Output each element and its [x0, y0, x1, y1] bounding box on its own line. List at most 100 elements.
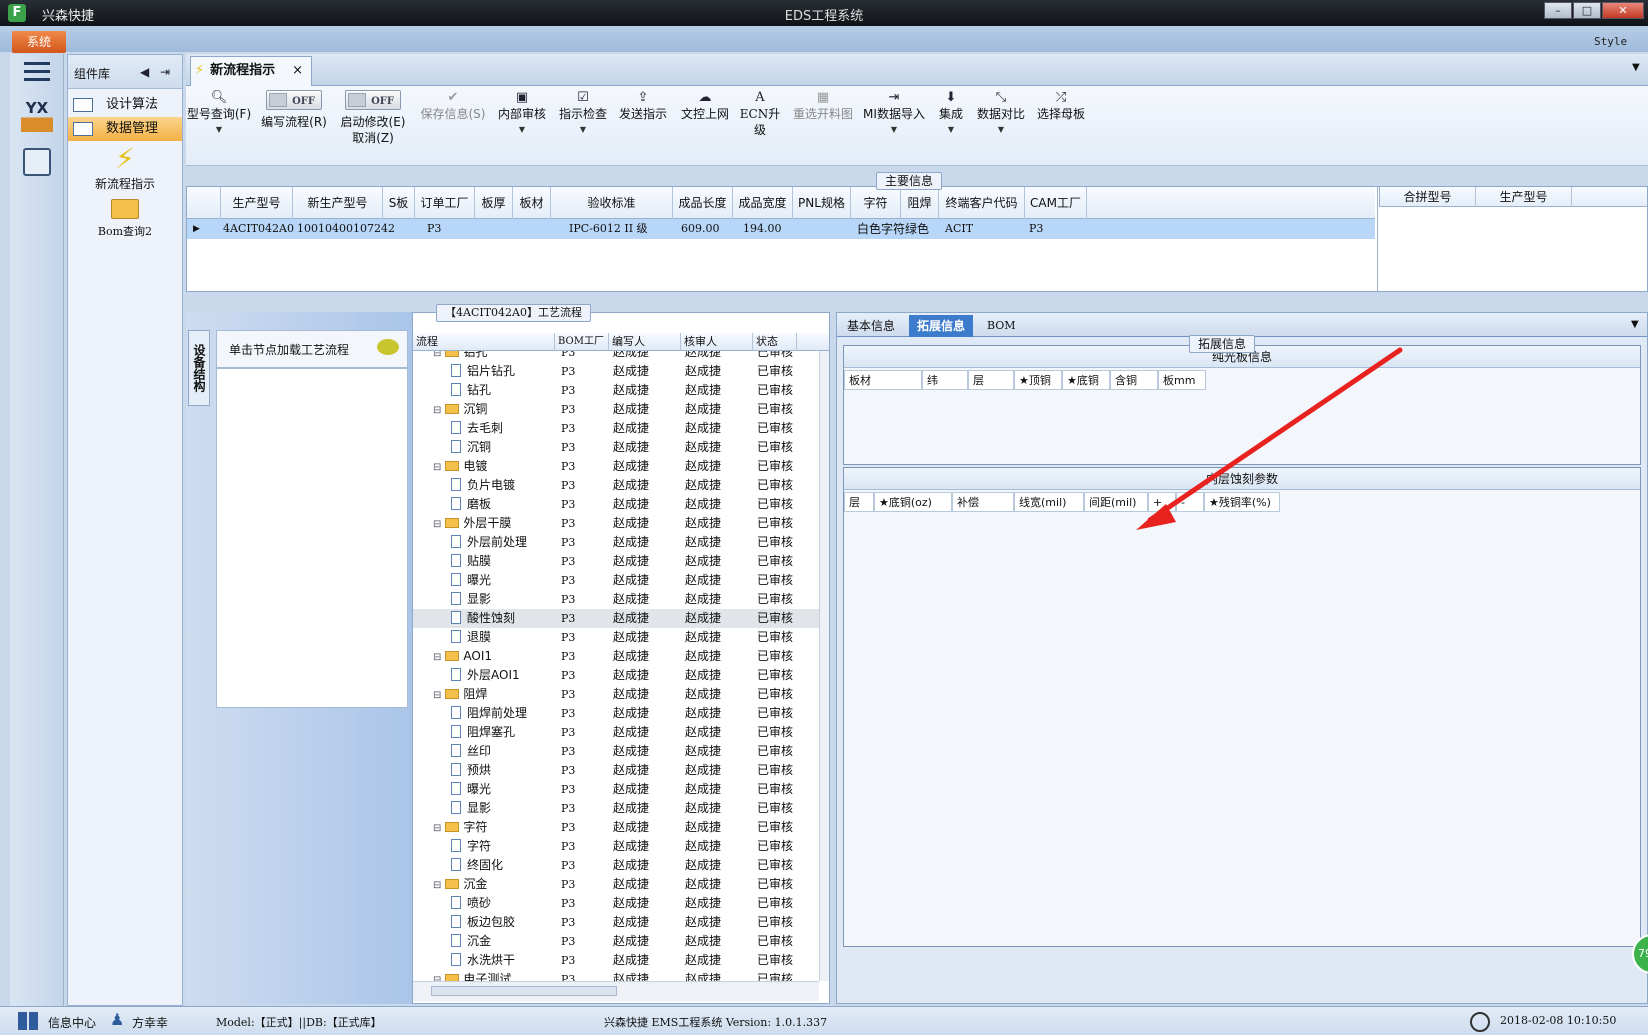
- tab-dropdown-icon[interactable]: ▼: [1631, 319, 1639, 330]
- tab-extended-info[interactable]: 拓展信息: [909, 315, 974, 337]
- tab-device-structure[interactable]: 设备结构: [188, 330, 210, 406]
- maximize-button[interactable]: □: [1573, 2, 1601, 19]
- tab-dropdown-icon[interactable]: ▼: [1632, 62, 1640, 73]
- collapse-icon[interactable]: ⊟: [433, 462, 441, 473]
- process-row[interactable]: 预烘 P3 赵成捷 赵成捷 已审核: [413, 761, 819, 780]
- process-row[interactable]: 沉铜 P3 赵成捷 赵成捷 已审核: [413, 438, 819, 457]
- process-row[interactable]: 显影 P3 赵成捷 赵成捷 已审核: [413, 799, 819, 818]
- column-header[interactable]: ★底铜(oz): [874, 492, 952, 512]
- process-row[interactable]: 铝片钻孔 P3 赵成捷 赵成捷 已审核: [413, 362, 819, 381]
- select-motherboard-button[interactable]: ⤮ 选择母板: [1034, 90, 1088, 122]
- process-row[interactable]: 沉金 P3 赵成捷 赵成捷 已审核: [413, 932, 819, 951]
- process-row[interactable]: ⊟ 沉金 P3 赵成捷 赵成捷 已审核: [413, 875, 819, 894]
- system-menu-button[interactable]: 系统: [12, 31, 66, 53]
- process-row[interactable]: ⊟ 电镀 P3 赵成捷 赵成捷 已审核: [413, 457, 819, 476]
- column-header[interactable]: 线宽(mil): [1014, 492, 1084, 512]
- mi-import-button[interactable]: ⇥ MI数据导入 ▼: [862, 90, 926, 138]
- process-row[interactable]: 喷砂 P3 赵成捷 赵成捷 已审核: [413, 894, 819, 913]
- column-header[interactable]: S板: [383, 187, 415, 219]
- process-row[interactable]: 水洗烘干 P3 赵成捷 赵成捷 已审核: [413, 951, 819, 970]
- process-row[interactable]: 丝印 P3 赵成捷 赵成捷 已审核: [413, 742, 819, 761]
- column-header[interactable]: 合拼型号: [1380, 187, 1476, 207]
- collapse-icon[interactable]: ⊟: [433, 351, 441, 359]
- internal-review-button[interactable]: ▣ 内部审核 ▼: [496, 90, 548, 138]
- process-row[interactable]: 阻焊塞孔 P3 赵成捷 赵成捷 已审核: [413, 723, 819, 742]
- style-menu[interactable]: Style: [1594, 35, 1627, 48]
- data-compare-button[interactable]: ⤡ 数据对比 ▼: [974, 90, 1028, 138]
- column-header[interactable]: 生产型号: [1476, 187, 1572, 207]
- column-header[interactable]: 字符: [851, 187, 901, 219]
- process-row[interactable]: 钻孔 P3 赵成捷 赵成捷 已审核: [413, 381, 819, 400]
- integrate-button[interactable]: ⬇ 集成 ▼: [934, 90, 968, 138]
- column-header[interactable]: 订单工厂: [415, 187, 475, 219]
- column-header[interactable]: 板材: [513, 187, 551, 219]
- write-flow-toggle[interactable]: OFF 编写流程(R): [258, 90, 330, 130]
- horizontal-scrollbar[interactable]: [413, 981, 819, 1001]
- column-header[interactable]: 阻焊: [901, 187, 939, 219]
- process-row[interactable]: 负片电镀 P3 赵成捷 赵成捷 已审核: [413, 476, 819, 495]
- column-header[interactable]: CAM工厂: [1025, 187, 1087, 219]
- yx-factory-icon[interactable]: YX: [21, 100, 53, 132]
- tab-new-flow[interactable]: ⚡ 新流程指示 ×: [190, 56, 312, 86]
- vertical-scrollbar[interactable]: [819, 351, 829, 981]
- process-row[interactable]: 外层AOI1 P3 赵成捷 赵成捷 已审核: [413, 666, 819, 685]
- scroll-thumb[interactable]: [431, 986, 617, 996]
- process-row[interactable]: 板边包胶 P3 赵成捷 赵成捷 已审核: [413, 913, 819, 932]
- process-row[interactable]: ⊟ 电子测试 P3 赵成捷 赵成捷 已审核: [413, 970, 819, 981]
- new-flow-shortcut[interactable]: ⚡ 新流程指示: [68, 143, 182, 192]
- collapse-icon[interactable]: ⊟: [433, 880, 441, 891]
- process-row[interactable]: 退膜 P3 赵成捷 赵成捷 已审核: [413, 628, 819, 647]
- process-row[interactable]: 去毛刺 P3 赵成捷 赵成捷 已审核: [413, 419, 819, 438]
- column-header[interactable]: PNL规格: [793, 187, 851, 219]
- process-row[interactable]: ⊟ 铝孔 P3 赵成捷 赵成捷 已审核: [413, 351, 819, 362]
- process-row[interactable]: 显影 P3 赵成捷 赵成捷 已审核: [413, 590, 819, 609]
- column-header[interactable]: 成品宽度: [733, 187, 793, 219]
- process-row[interactable]: 字符 P3 赵成捷 赵成捷 已审核: [413, 837, 819, 856]
- process-row[interactable]: ⊟ 阻焊 P3 赵成捷 赵成捷 已审核: [413, 685, 819, 704]
- column-header[interactable]: 补偿: [952, 492, 1014, 512]
- menu-icon[interactable]: [24, 62, 50, 82]
- table-row[interactable]: ▶ 4ACIT042A0 10010400107242 P3 IPC-6012 …: [187, 219, 1375, 239]
- save-info-button[interactable]: ✔ 保存信息(S): [420, 90, 486, 122]
- process-row[interactable]: 终固化 P3 赵成捷 赵成捷 已审核: [413, 856, 819, 875]
- column-header[interactable]: 验收标准: [551, 187, 673, 219]
- process-row[interactable]: 曝光 P3 赵成捷 赵成捷 已审核: [413, 780, 819, 799]
- cancel-button[interactable]: 取消(Z): [338, 130, 408, 146]
- model-query-button[interactable]: 🔍︎ 型号查询(F) ▼: [186, 90, 252, 138]
- collapse-icon[interactable]: ⊟: [433, 690, 441, 701]
- collapse-icon[interactable]: ⊟: [433, 652, 441, 663]
- toggle-switch[interactable]: OFF: [345, 90, 401, 110]
- pin-icon[interactable]: ⇥: [160, 65, 170, 79]
- minimize-button[interactable]: –: [1544, 2, 1572, 19]
- column-header[interactable]: 板厚: [475, 187, 513, 219]
- process-row[interactable]: 曝光 P3 赵成捷 赵成捷 已审核: [413, 571, 819, 590]
- collapse-icon[interactable]: ⊟: [433, 519, 441, 530]
- column-header[interactable]: ★顶铜: [1014, 370, 1062, 390]
- process-row[interactable]: ⊟ AOI1 P3 赵成捷 赵成捷 已审核: [413, 647, 819, 666]
- process-row[interactable]: ⊟ 沉铜 P3 赵成捷 赵成捷 已审核: [413, 400, 819, 419]
- process-row[interactable]: 阻焊前处理 P3 赵成捷 赵成捷 已审核: [413, 704, 819, 723]
- start-modify-toggle[interactable]: OFF 启动修改(E) 取消(Z): [338, 90, 408, 146]
- process-row[interactable]: ⊟ 外层干膜 P3 赵成捷 赵成捷 已审核: [413, 514, 819, 533]
- bom-query-shortcut[interactable]: Bom查询2: [68, 195, 182, 239]
- column-header[interactable]: 生产型号: [221, 187, 293, 219]
- ecn-upgrade-button[interactable]: A ECN升级: [736, 90, 784, 138]
- column-header[interactable]: 终端客户代码: [939, 187, 1025, 219]
- tab-bom[interactable]: BOM: [979, 315, 1024, 337]
- process-row[interactable]: ⊟ 字符 P3 赵成捷 赵成捷 已审核: [413, 818, 819, 837]
- upload-network-button[interactable]: ☁ 文控上网: [678, 90, 732, 122]
- info-center-link[interactable]: 信息中心: [48, 1014, 96, 1031]
- collapse-icon[interactable]: ⊟: [433, 405, 441, 416]
- column-header[interactable]: 新生产型号: [293, 187, 383, 219]
- calculator-icon[interactable]: [23, 148, 51, 176]
- instruction-check-button[interactable]: ☑ 指示检查 ▼: [556, 90, 610, 138]
- process-row[interactable]: 贴膜 P3 赵成捷 赵成捷 已审核: [413, 552, 819, 571]
- column-header[interactable]: ★底铜: [1062, 370, 1110, 390]
- tab-close-icon[interactable]: ×: [292, 57, 303, 85]
- column-header[interactable]: 成品长度: [673, 187, 733, 219]
- lib-item-data-management[interactable]: 数据管理: [68, 117, 182, 141]
- close-button[interactable]: ✕: [1602, 2, 1644, 19]
- toggle-switch[interactable]: OFF: [266, 90, 322, 110]
- tab-basic-info[interactable]: 基本信息: [839, 315, 903, 337]
- process-row[interactable]: 酸性蚀刻 P3 赵成捷 赵成捷 已审核: [413, 609, 819, 628]
